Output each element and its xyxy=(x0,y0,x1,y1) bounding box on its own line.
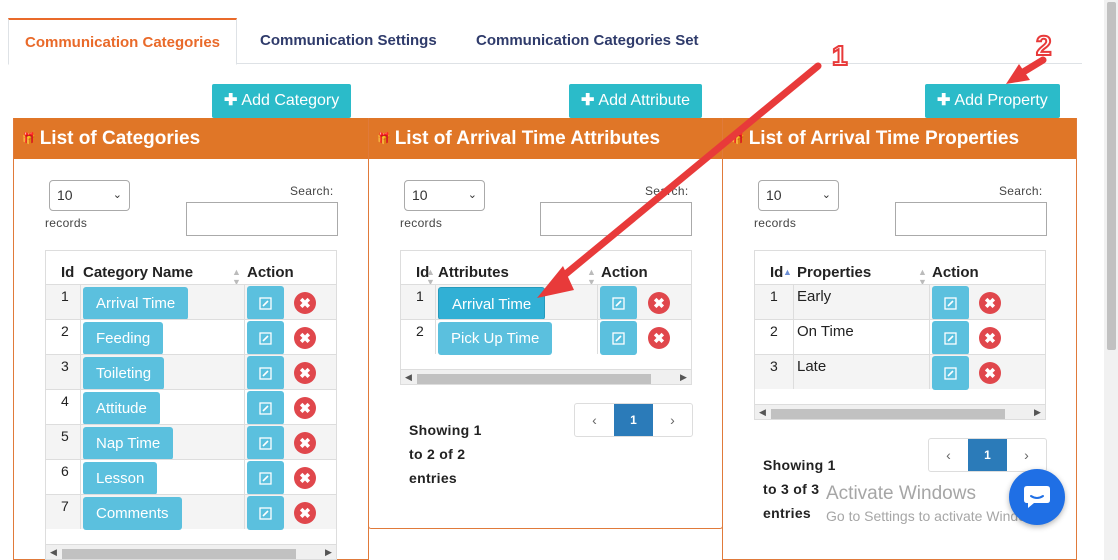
annotation-arrow-1 xyxy=(552,62,822,286)
annotation-number-2: 2 xyxy=(1035,29,1053,62)
annotation-overlay xyxy=(537,56,1047,298)
annotation-number-1: 1 xyxy=(831,39,849,72)
